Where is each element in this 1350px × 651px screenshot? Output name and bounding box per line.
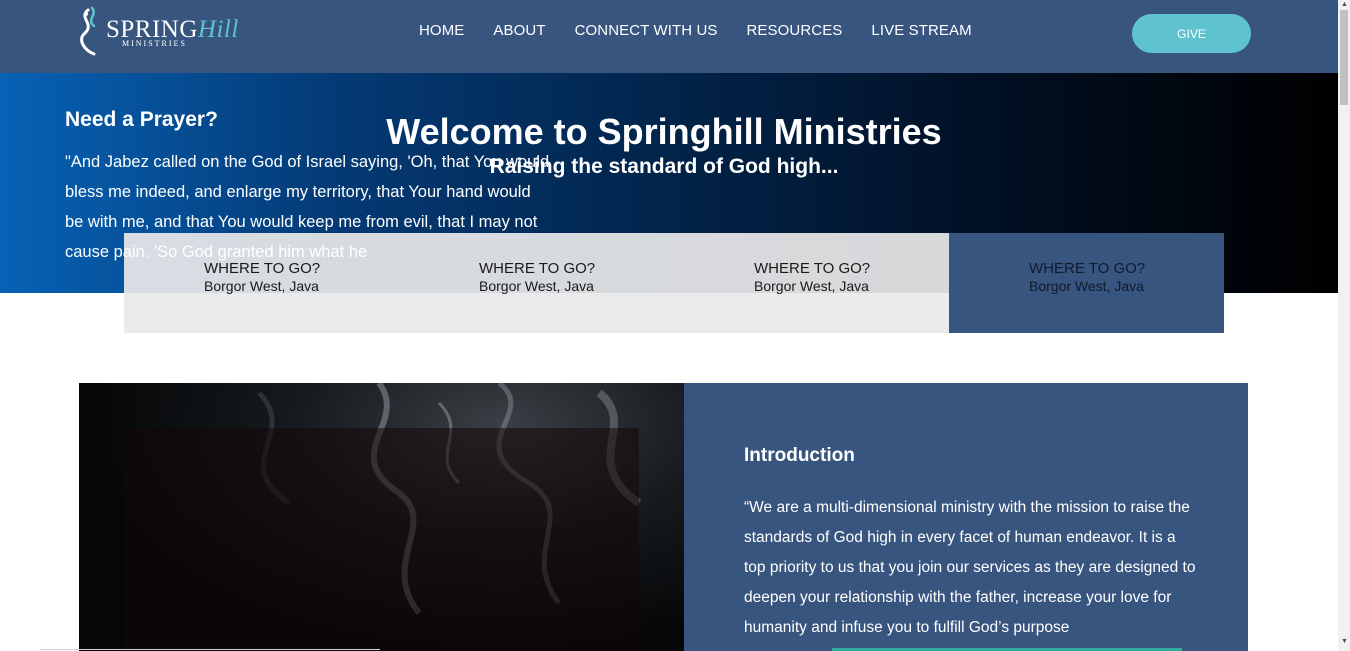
prayer-section bbox=[79, 383, 684, 651]
introduction-section: Introduction “We are a multi-dimensional… bbox=[684, 383, 1248, 651]
prayer-text: "And Jabez called on the God of Israel s… bbox=[65, 153, 550, 261]
card-location: Borgor West, Java bbox=[204, 278, 319, 294]
give-button[interactable]: GIVE bbox=[1132, 14, 1251, 53]
card-location: Borgor West, Java bbox=[1029, 278, 1144, 294]
springhill-logo[interactable]: SPRINGHill MINISTRIES bbox=[74, 6, 254, 58]
nav-home[interactable]: HOME bbox=[419, 22, 464, 39]
nav-connect-with-us[interactable]: CONNECT WITH US bbox=[575, 22, 718, 39]
page-scrollbar[interactable]: ▲ ▼ bbox=[1338, 0, 1350, 651]
nav-resources[interactable]: RESOURCES bbox=[746, 22, 842, 39]
site-header: SPRINGHill MINISTRIES HOME ABOUT CONNECT… bbox=[0, 0, 1338, 73]
card-title: WHERE TO GO? bbox=[754, 260, 871, 277]
nav-about[interactable]: ABOUT bbox=[493, 22, 545, 39]
scroll-up-arrow-icon[interactable]: ▲ bbox=[1341, 1, 1348, 8]
logo-subtitle: MINISTRIES bbox=[122, 39, 187, 48]
card-title: WHERE TO GO? bbox=[1029, 260, 1146, 277]
location-card[interactable]: WHERE TO GO? Borgor West, Java bbox=[674, 233, 949, 333]
scrollbar-thumb[interactable] bbox=[1340, 10, 1348, 105]
divider bbox=[40, 649, 380, 650]
flame-swirl-icon bbox=[80, 6, 96, 56]
scroll-down-arrow-icon[interactable]: ▼ bbox=[1341, 638, 1348, 645]
nav-live-stream[interactable]: LIVE STREAM bbox=[871, 22, 971, 39]
prayer-title: Need a Prayer? bbox=[65, 108, 218, 131]
card-location: Borgor West, Java bbox=[479, 278, 594, 294]
prayer-overlay bbox=[124, 428, 639, 651]
location-card-active[interactable]: WHERE TO GO? Borgor West, Java bbox=[949, 233, 1224, 333]
introduction-text: “We are a multi-dimensional ministry wit… bbox=[744, 499, 1196, 636]
card-location: Borgor West, Java bbox=[754, 278, 869, 294]
main-nav: HOME ABOUT CONNECT WITH US RESOURCES LIV… bbox=[419, 22, 972, 39]
introduction-title: Introduction bbox=[744, 445, 855, 466]
